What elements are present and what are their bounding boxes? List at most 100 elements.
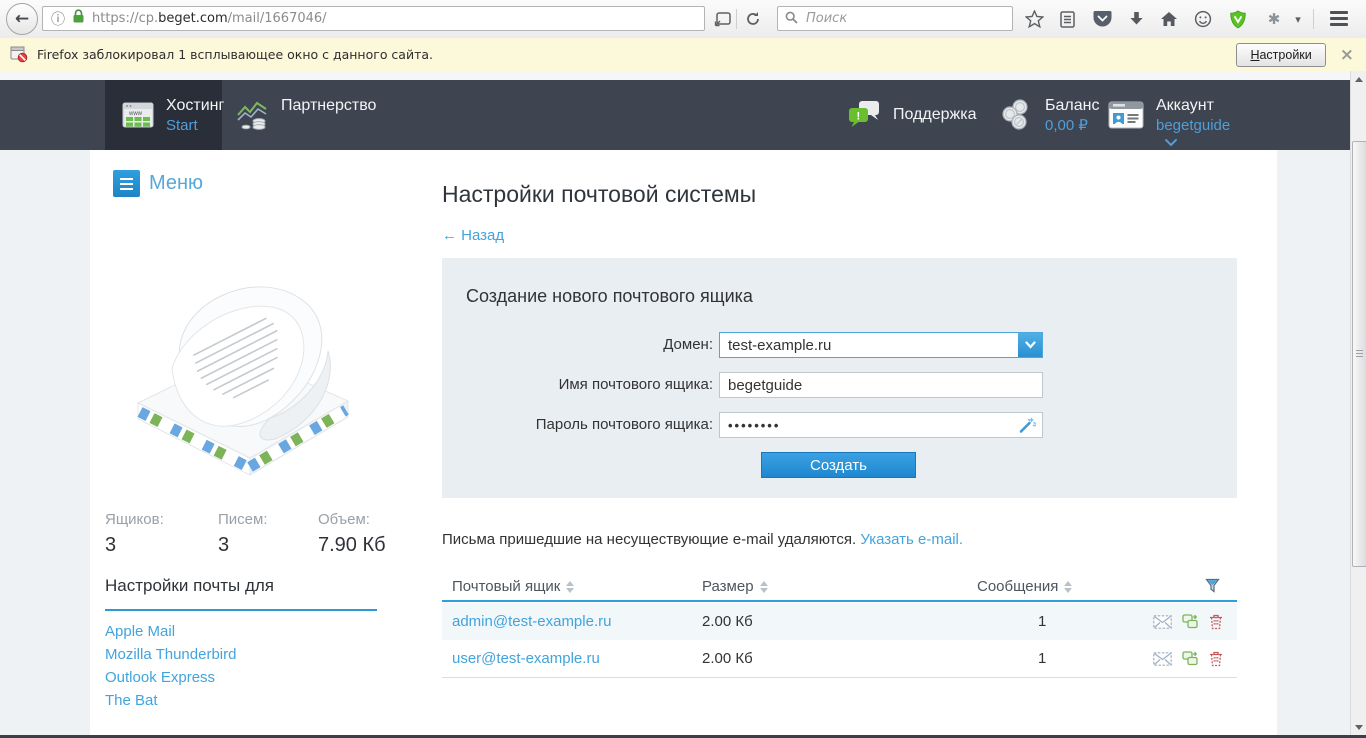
column-header-size[interactable]: Размер bbox=[702, 578, 768, 595]
nav-account-label: Аккаунт bbox=[1156, 96, 1230, 116]
nav-account-value: begetguide bbox=[1156, 116, 1230, 135]
page-top-strip bbox=[0, 71, 1366, 80]
stat-volume: Объем: 7.90 Кб bbox=[318, 511, 386, 557]
scroll-up-arrow[interactable] bbox=[1351, 71, 1366, 87]
open-webmail-envelope-icon[interactable] bbox=[1153, 652, 1172, 666]
mail-clients-heading: Настройки почты для bbox=[105, 576, 377, 611]
mailbox-messages: 1 bbox=[977, 613, 1099, 630]
toolbar-divider bbox=[1313, 9, 1314, 29]
home-icon[interactable] bbox=[1157, 7, 1181, 31]
balance-icon bbox=[998, 98, 1034, 132]
downloads-icon[interactable] bbox=[1124, 7, 1148, 31]
shield-icon[interactable] bbox=[1226, 7, 1250, 31]
client-link-apple-mail[interactable]: Apple Mail bbox=[105, 620, 236, 643]
nav-support[interactable]: ! Поддержка bbox=[847, 80, 976, 150]
mailbox-size: 2.00 Кб bbox=[702, 613, 977, 630]
reader-mode-icon[interactable] bbox=[710, 7, 734, 31]
chevron-down-icon[interactable] bbox=[1018, 333, 1042, 357]
create-mailbox-heading: Создание нового почтового ящика bbox=[466, 286, 753, 307]
search-input[interactable] bbox=[804, 10, 988, 27]
svg-text:!: ! bbox=[857, 111, 861, 123]
bookmark-star-icon[interactable] bbox=[1022, 7, 1046, 31]
toolbar-divider bbox=[736, 9, 737, 29]
scrollbar-thumb[interactable] bbox=[1352, 141, 1366, 567]
lock-icon bbox=[72, 9, 85, 28]
domain-select[interactable]: test-example.ru bbox=[719, 332, 1043, 358]
dropdown-caret-icon[interactable]: ▾ bbox=[1290, 7, 1306, 31]
back-button[interactable]: ← bbox=[6, 3, 38, 35]
forward-mail-icon[interactable] bbox=[1182, 651, 1199, 666]
table-row: user@test-example.ru 2.00 Кб 1 bbox=[442, 640, 1237, 677]
client-link-outlook[interactable]: Outlook Express bbox=[105, 666, 236, 689]
url-scheme: https://cp. bbox=[92, 11, 158, 26]
filter-funnel-icon[interactable] bbox=[1205, 578, 1220, 598]
pocket-icon[interactable] bbox=[1090, 7, 1114, 31]
column-header-messages[interactable]: Сообщения bbox=[977, 578, 1072, 595]
mailbox-name-input[interactable] bbox=[719, 372, 1043, 398]
open-webmail-envelope-icon[interactable] bbox=[1153, 615, 1172, 629]
mailbox-email-link[interactable]: user@test-example.ru bbox=[442, 650, 702, 667]
site-header: www Хостинг Start Партнерство ! Поддержк… bbox=[0, 80, 1366, 150]
nav-hosting-sublabel: Start bbox=[166, 116, 224, 135]
column-header-mailbox[interactable]: Почтовый ящик bbox=[452, 578, 574, 595]
client-link-thebat[interactable]: The Bat bbox=[105, 689, 236, 712]
url-domain: beget.com bbox=[158, 11, 228, 26]
delete-trash-icon[interactable] bbox=[1209, 651, 1223, 667]
back-icon: ← bbox=[15, 9, 29, 29]
search-icon bbox=[785, 9, 798, 28]
close-icon[interactable]: × bbox=[1340, 45, 1354, 65]
site-info-icon[interactable]: ⓘ bbox=[51, 9, 65, 29]
mailbox-email-link[interactable]: admin@test-example.ru bbox=[442, 613, 702, 630]
menu-button[interactable] bbox=[113, 170, 140, 197]
specify-email-link[interactable]: Указать e-mail. bbox=[860, 531, 963, 548]
domain-select-value: test-example.ru bbox=[720, 337, 1018, 354]
account-icon bbox=[1108, 101, 1144, 129]
scroll-down-arrow[interactable] bbox=[1351, 719, 1366, 735]
create-button[interactable]: Создать bbox=[761, 452, 916, 478]
stat-mailboxes: Ящиков: 3 bbox=[105, 511, 218, 557]
chat-smiley-icon[interactable] bbox=[1191, 7, 1215, 31]
search-box bbox=[777, 6, 1013, 31]
nav-balance[interactable]: Баланс 0,00 ₽ bbox=[998, 80, 1099, 150]
envelope-illustration bbox=[110, 243, 365, 493]
nav-support-label: Поддержка bbox=[893, 105, 976, 125]
table-row: admin@test-example.ru 2.00 Кб 1 bbox=[442, 603, 1237, 640]
popup-blocked-bar: Firefox заблокировал 1 всплывающее окно … bbox=[0, 38, 1366, 72]
nav-hosting[interactable]: www Хостинг Start bbox=[105, 80, 222, 150]
popup-settings-button[interactable]: Настройки bbox=[1236, 43, 1325, 67]
svg-text:www: www bbox=[128, 111, 143, 117]
mailbox-password-input[interactable] bbox=[719, 412, 1043, 438]
stat-letters: Писем: 3 bbox=[218, 511, 318, 557]
nav-partnership-label: Партнерство bbox=[281, 96, 376, 116]
forward-mail-icon[interactable] bbox=[1182, 614, 1199, 629]
sort-icon[interactable] bbox=[760, 581, 768, 593]
page-title: Настройки почтовой системы bbox=[442, 181, 756, 208]
bookmarks-list-icon[interactable] bbox=[1055, 7, 1079, 31]
mailbox-password-label: Пароль почтового ящика: bbox=[460, 412, 713, 438]
client-link-thunderbird[interactable]: Mozilla Thunderbird bbox=[105, 643, 236, 666]
screen: ← ⓘ https://cp.beget.com/mail/1667046/ bbox=[0, 0, 1366, 738]
domain-label: Домен: bbox=[460, 332, 713, 358]
menu-label[interactable]: Меню bbox=[149, 172, 203, 195]
menu-hamburger-icon[interactable] bbox=[1330, 11, 1348, 26]
vertical-scrollbar[interactable] bbox=[1350, 71, 1366, 735]
generate-password-wand-icon[interactable] bbox=[1018, 417, 1036, 439]
notification-text: Firefox заблокировал 1 всплывающее окно … bbox=[37, 47, 433, 62]
table-bottom-border bbox=[442, 677, 1237, 678]
nav-partnership[interactable]: Партнерство bbox=[236, 80, 376, 150]
browser-toolbar: ← ⓘ https://cp.beget.com/mail/1667046/ bbox=[0, 0, 1366, 39]
support-icon: ! bbox=[847, 99, 881, 131]
url-path: /mail/1667046/ bbox=[228, 11, 327, 26]
url-bar[interactable]: ⓘ https://cp.beget.com/mail/1667046/ bbox=[42, 6, 705, 31]
sort-icon[interactable] bbox=[566, 581, 574, 593]
delete-notice: Письма пришедшие на несуществующие e-mai… bbox=[442, 531, 963, 548]
mailbox-name-label: Имя почтового ящика: bbox=[460, 372, 713, 398]
popup-blocked-icon bbox=[10, 46, 28, 63]
mailbox-size: 2.00 Кб bbox=[702, 650, 977, 667]
back-link[interactable]: ← Назад bbox=[442, 227, 504, 244]
extension-icon[interactable]: ✱ bbox=[1262, 7, 1286, 31]
reload-icon[interactable] bbox=[741, 7, 765, 31]
delete-trash-icon[interactable] bbox=[1209, 614, 1223, 630]
sort-icon[interactable] bbox=[1064, 581, 1072, 593]
mailbox-messages: 1 bbox=[977, 650, 1099, 667]
